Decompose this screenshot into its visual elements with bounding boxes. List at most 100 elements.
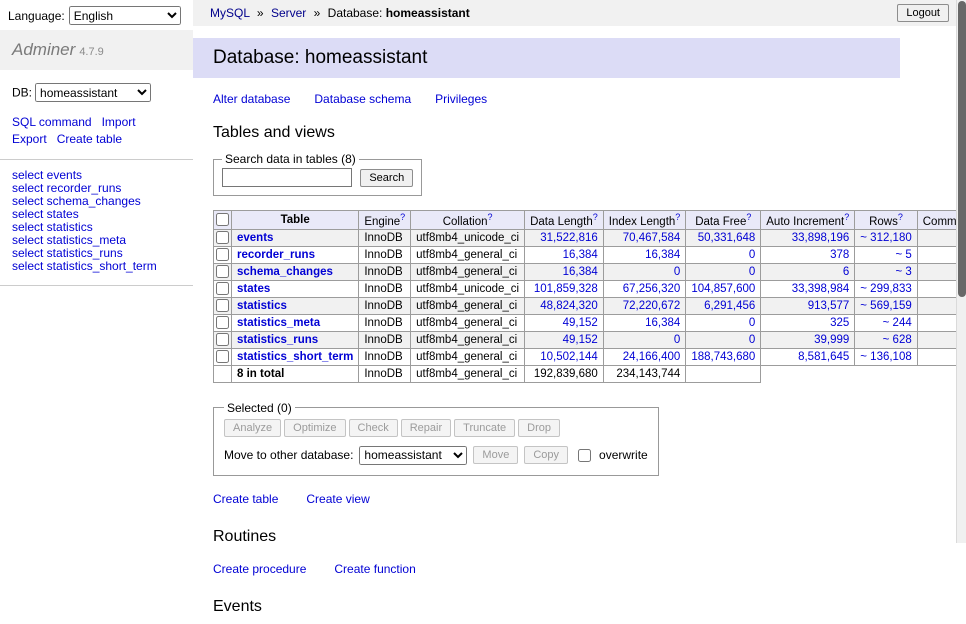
- breadcrumb-link-mysql[interactable]: MySQL: [210, 6, 250, 20]
- table-name-link[interactable]: events: [237, 232, 273, 244]
- data-length-link[interactable]: 101,859,328: [534, 283, 598, 295]
- row-checkbox[interactable]: [216, 299, 229, 312]
- help-icon[interactable]: ?: [593, 212, 598, 222]
- search-button[interactable]: Search: [360, 169, 413, 187]
- sidebar-action-link[interactable]: Export: [12, 131, 47, 148]
- table-name-link[interactable]: statistics_meta: [237, 317, 320, 329]
- index-length-link[interactable]: 24,166,400: [623, 351, 681, 363]
- table-name-link[interactable]: statistics_short_term: [237, 351, 353, 363]
- collation-cell: utf8mb4_general_ci: [411, 297, 525, 314]
- help-icon[interactable]: ?: [746, 212, 751, 222]
- data-length-link[interactable]: 49,152: [563, 317, 598, 329]
- row-checkbox[interactable]: [216, 265, 229, 278]
- select-all-checkbox[interactable]: [216, 213, 229, 226]
- data-free-link[interactable]: 0: [749, 317, 755, 329]
- selected-action-button[interactable]: Drop: [518, 419, 560, 437]
- data-free-link[interactable]: 104,857,600: [691, 283, 755, 295]
- data-length-link[interactable]: 10,502,144: [540, 351, 598, 363]
- auto-increment-link[interactable]: 8,581,645: [798, 351, 849, 363]
- data-free-link[interactable]: 6,291,456: [704, 300, 755, 312]
- row-checkbox[interactable]: [216, 316, 229, 329]
- copy-button[interactable]: Copy: [524, 446, 568, 464]
- data-length-link[interactable]: 31,522,816: [540, 232, 598, 244]
- row-checkbox[interactable]: [216, 231, 229, 244]
- help-icon[interactable]: ?: [400, 212, 405, 222]
- create-link[interactable]: Create view: [306, 492, 369, 506]
- selected-action-button[interactable]: Analyze: [224, 419, 281, 437]
- db-select[interactable]: homeassistant: [35, 83, 151, 102]
- data-free-link[interactable]: 0: [749, 249, 755, 261]
- table-name-link[interactable]: schema_changes: [237, 266, 333, 278]
- vertical-scrollbar[interactable]: [956, 0, 966, 543]
- index-length-link[interactable]: 16,384: [645, 249, 680, 261]
- rows-count-link[interactable]: ~ 136,108: [860, 351, 911, 363]
- routine-create-link[interactable]: Create procedure: [213, 562, 306, 576]
- rows-count-link[interactable]: ~ 3: [895, 266, 911, 278]
- breadcrumb-link-server[interactable]: Server: [271, 6, 306, 20]
- index-length-link[interactable]: 67,256,320: [623, 283, 681, 295]
- table-name-link[interactable]: recorder_runs: [237, 249, 315, 261]
- row-checkbox[interactable]: [216, 282, 229, 295]
- index-length-link[interactable]: 72,220,672: [623, 300, 681, 312]
- selected-action-button[interactable]: Truncate: [454, 419, 515, 437]
- rows-count-link[interactable]: ~ 628: [883, 334, 912, 346]
- data-free-link[interactable]: 50,331,648: [698, 232, 756, 244]
- help-icon[interactable]: ?: [844, 212, 849, 222]
- data-free-link[interactable]: 0: [749, 266, 755, 278]
- sidebar-action-link[interactable]: Create table: [57, 131, 122, 148]
- auto-increment-link[interactable]: 378: [830, 249, 849, 261]
- table-name-link[interactable]: statistics: [237, 300, 287, 312]
- auto-increment-link[interactable]: 6: [843, 266, 849, 278]
- create-link[interactable]: Create table: [213, 492, 278, 506]
- index-length-link[interactable]: 0: [674, 266, 680, 278]
- breadcrumb-current-db: homeassistant: [386, 6, 470, 20]
- logout-button[interactable]: Logout: [897, 4, 949, 22]
- auto-increment-link[interactable]: 33,898,196: [792, 232, 850, 244]
- auto-increment-link[interactable]: 913,577: [808, 300, 850, 312]
- table-name-link[interactable]: statistics_runs: [237, 334, 318, 346]
- sidebar-action-link[interactable]: Import: [102, 114, 136, 131]
- scrollbar-thumb[interactable]: [958, 1, 966, 297]
- selected-action-button[interactable]: Check: [349, 419, 398, 437]
- auto-increment-link[interactable]: 325: [830, 317, 849, 329]
- db-action-link[interactable]: Alter database: [213, 92, 290, 106]
- auto-increment-link[interactable]: 39,999: [814, 334, 849, 346]
- language-select[interactable]: English: [69, 6, 181, 25]
- search-input[interactable]: [222, 168, 352, 187]
- sidebar-table-link[interactable]: select statistics_short_term: [12, 260, 181, 273]
- data-free-link[interactable]: 188,743,680: [691, 351, 755, 363]
- rows-count-link[interactable]: ~ 244: [883, 317, 912, 329]
- table-name-link[interactable]: states: [237, 283, 270, 295]
- help-icon[interactable]: ?: [675, 212, 680, 222]
- overwrite-checkbox[interactable]: [578, 449, 591, 462]
- index-length-link[interactable]: 16,384: [645, 317, 680, 329]
- routine-create-link[interactable]: Create function: [334, 562, 415, 576]
- index-length-link[interactable]: 70,467,584: [623, 232, 681, 244]
- row-checkbox[interactable]: [216, 333, 229, 346]
- data-length-link[interactable]: 16,384: [563, 249, 598, 261]
- move-database-select[interactable]: homeassistant: [359, 446, 467, 465]
- rows-count-link[interactable]: ~ 299,833: [860, 283, 911, 295]
- row-checkbox[interactable]: [216, 248, 229, 261]
- selected-action-button[interactable]: Repair: [401, 419, 451, 437]
- rows-count-link[interactable]: ~ 569,159: [860, 300, 911, 312]
- data-length-link[interactable]: 48,824,320: [540, 300, 598, 312]
- rows-count-link[interactable]: ~ 5: [895, 249, 911, 261]
- data-free-cell: 104,857,600: [686, 280, 761, 297]
- data-length-link[interactable]: 49,152: [563, 334, 598, 346]
- move-button[interactable]: Move: [473, 446, 518, 464]
- row-checkbox[interactable]: [216, 350, 229, 363]
- db-action-link[interactable]: Database schema: [314, 92, 411, 106]
- sidebar-action-link[interactable]: SQL command: [12, 114, 92, 131]
- rows-count-link[interactable]: ~ 312,180: [860, 232, 911, 244]
- data-length-link[interactable]: 16,384: [563, 266, 598, 278]
- index-length-link[interactable]: 0: [674, 334, 680, 346]
- app-logo[interactable]: Adminer: [12, 40, 75, 59]
- db-action-link[interactable]: Privileges: [435, 92, 487, 106]
- help-icon[interactable]: ?: [898, 212, 903, 222]
- auto-increment-link[interactable]: 33,398,984: [792, 283, 850, 295]
- selected-action-button[interactable]: Optimize: [284, 419, 345, 437]
- data-free-link[interactable]: 0: [749, 334, 755, 346]
- help-icon[interactable]: ?: [487, 212, 492, 222]
- engine-cell: InnoDB: [359, 263, 411, 280]
